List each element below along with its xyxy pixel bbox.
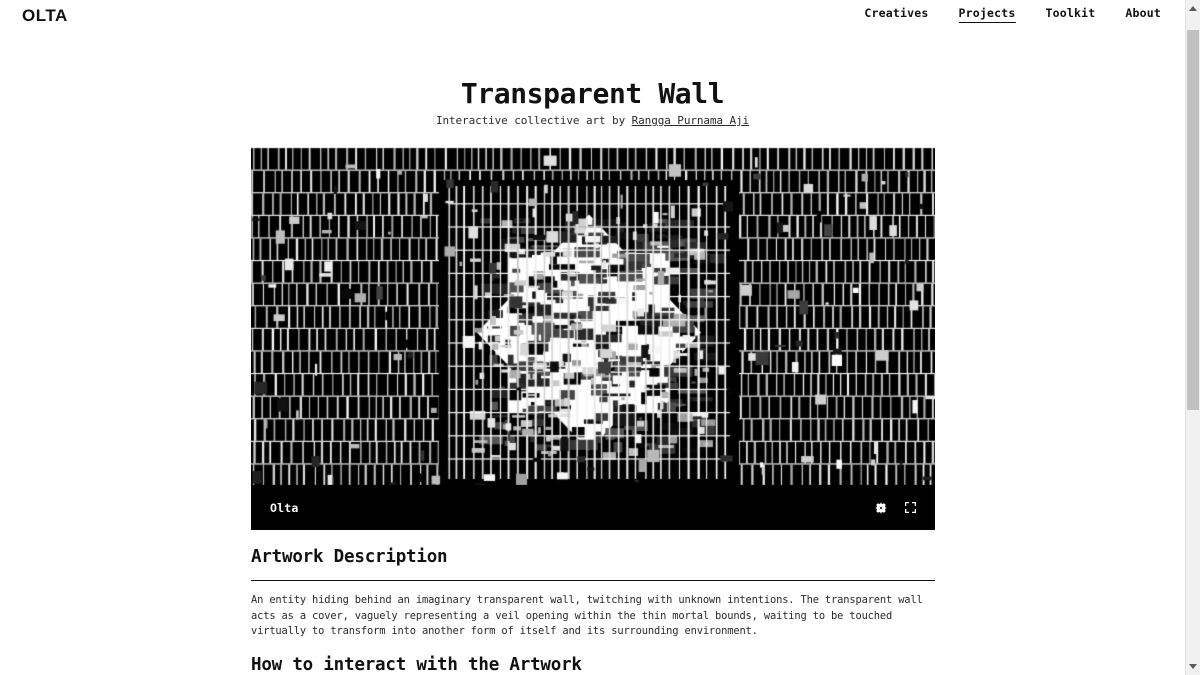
section-heading-how-to-interact: How to interact with the Artwork [251, 655, 582, 675]
artwork-viewer[interactable]: Olta [251, 147, 935, 530]
gear-icon[interactable] [873, 500, 888, 515]
page-scrollbar[interactable] [1185, 0, 1200, 675]
olta-watermark: Olta [270, 500, 299, 515]
fullscreen-icon[interactable] [903, 500, 918, 515]
artist-link[interactable]: Rangga Purnama Aji [632, 114, 750, 127]
scrollbar-thumb[interactable] [1187, 30, 1199, 410]
viewer-actions [873, 500, 918, 515]
main-nav: Creatives Projects Toolkit About [864, 8, 1161, 23]
nav-item-projects[interactable]: Projects [958, 8, 1016, 23]
page-root: OLTA Creatives Projects Toolkit About Tr… [0, 0, 1200, 675]
how-to-interact-section: How to interact with the Artwork [251, 655, 935, 675]
section-heading-description: Artwork Description [251, 547, 448, 567]
nav-item-about[interactable]: About [1125, 8, 1161, 23]
brand-logo[interactable]: OLTA [22, 7, 68, 24]
scroll-down-arrow-icon[interactable] [1186, 658, 1200, 675]
viewer-control-bar: Olta [251, 485, 935, 530]
artwork-title-block: Transparent Wall Interactive collective … [0, 77, 1185, 127]
artwork-canvas[interactable] [251, 147, 935, 530]
nav-item-creatives[interactable]: Creatives [864, 8, 928, 23]
artwork-description-text: An entity hiding behind an imaginary tra… [251, 594, 923, 637]
nav-item-toolkit[interactable]: Toolkit [1046, 8, 1096, 23]
artwork-byline: Interactive collective art by Rangga Pur… [0, 114, 1185, 127]
site-header: OLTA Creatives Projects Toolkit About [0, 0, 1185, 31]
page-title: Transparent Wall [460, 77, 725, 110]
byline-prefix: Interactive collective art by [435, 114, 632, 128]
section-divider [251, 580, 935, 581]
scroll-up-arrow-icon[interactable] [1186, 0, 1200, 17]
artwork-description-section: Artwork Description An entity hiding beh… [251, 547, 935, 650]
